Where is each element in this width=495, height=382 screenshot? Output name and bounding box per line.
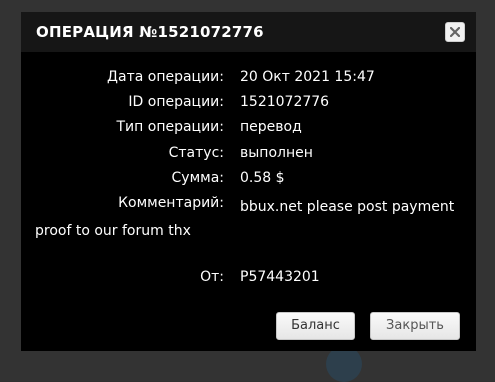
date-value: 20 Окт 2021 15:47 [240,69,375,85]
dialog-header: ОПЕРАЦИЯ №1521072776 [21,12,476,52]
type-value: перевод [240,119,302,135]
amount-label: Сумма: [171,170,224,186]
id-label: ID операции: [128,94,224,110]
operation-dialog: ОПЕРАЦИЯ №1521072776 Дата операции: 20 О… [21,12,476,351]
id-value: 1521072776 [240,94,330,110]
status-value: выполнен [240,145,313,161]
from-value: P57443201 [240,269,320,285]
balance-button[interactable]: Баланс [276,312,355,340]
from-label: От: [200,269,224,285]
amount-value: 0.58 $ [240,170,285,186]
type-label: Тип операции: [116,119,225,135]
dialog-title: ОПЕРАЦИЯ №1521072776 [36,23,264,41]
status-label: Статус: [168,145,224,161]
close-button[interactable] [445,22,465,42]
comment-value: bbux.net please post payment proof to ou… [35,199,455,239]
close-dialog-button[interactable]: Закрыть [370,312,460,340]
close-icon [450,27,460,37]
background-circle [326,346,362,382]
date-label: Дата операции: [107,69,224,85]
